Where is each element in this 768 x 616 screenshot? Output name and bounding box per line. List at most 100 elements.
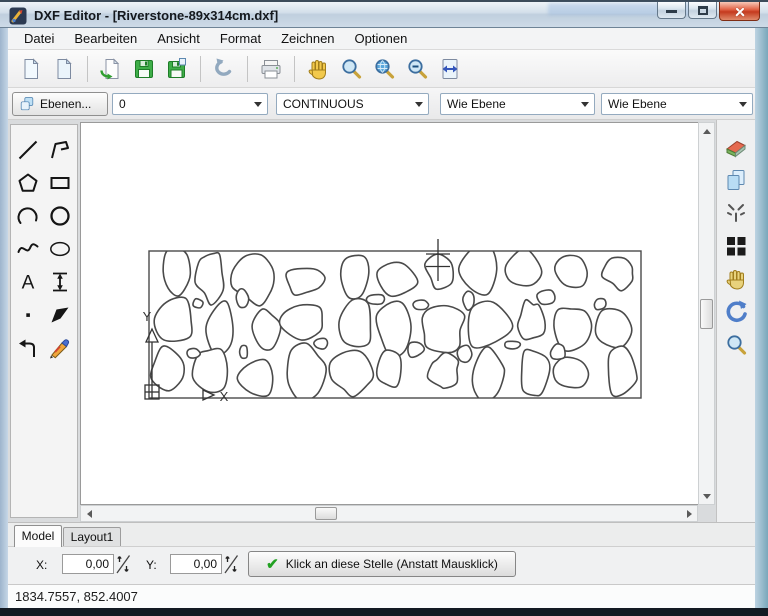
arc-tool[interactable] <box>12 199 44 232</box>
x-input[interactable]: 0,00 <box>62 554 114 574</box>
y-spinner-buttons[interactable] <box>223 553 239 575</box>
toolbar-separator <box>247 56 248 82</box>
color-pencil-tool[interactable] <box>44 331 76 364</box>
close-button[interactable] <box>719 2 760 21</box>
layers-button[interactable]: Ebenen... <box>12 92 108 116</box>
minimize-button[interactable] <box>657 2 686 19</box>
tool-palette: A <box>10 124 78 518</box>
arrow-down-icon <box>703 494 711 503</box>
zoom-window-button[interactable] <box>336 54 366 84</box>
x-label: X: <box>36 558 47 572</box>
minimize-icon <box>666 10 677 13</box>
zoom-extents-button[interactable] <box>369 54 399 84</box>
leader-tool[interactable] <box>12 331 44 364</box>
vertical-scroll-thumb[interactable] <box>700 299 713 329</box>
vertical-scrollbar[interactable] <box>698 122 715 505</box>
scroll-down-button[interactable] <box>699 489 714 504</box>
leader-icon <box>15 335 41 361</box>
arrow-left-icon <box>83 510 92 518</box>
layer-select[interactable]: 0 <box>112 93 268 115</box>
drawing-canvas[interactable]: Y X <box>80 122 698 505</box>
polygon-tool[interactable] <box>12 166 44 199</box>
tab-model[interactable]: Model <box>14 525 62 547</box>
move-hand-icon <box>724 267 748 291</box>
zoom-tool[interactable] <box>722 332 750 358</box>
menu-zeichnen[interactable]: Zeichnen <box>271 29 344 48</box>
horizontal-scrollbar[interactable] <box>80 505 698 522</box>
text-tool[interactable]: A <box>12 265 44 298</box>
dimension-tool[interactable] <box>44 265 76 298</box>
ellipse-tool[interactable] <box>44 232 76 265</box>
scroll-up-button[interactable] <box>699 123 714 138</box>
layers-icon <box>19 96 35 112</box>
line-icon <box>15 137 41 163</box>
rectangle-icon <box>47 170 73 196</box>
open-file-button[interactable] <box>96 54 126 84</box>
fit-width-button[interactable] <box>435 54 465 84</box>
new-file-copy-button[interactable] <box>49 54 79 84</box>
menu-ansicht[interactable]: Ansicht <box>147 29 210 48</box>
riverstone-drawing: Y X <box>81 123 699 506</box>
layout-tabs: Model Layout1 <box>8 522 755 546</box>
polyline-tool[interactable] <box>44 133 76 166</box>
coordinates-panel: X: 0,00 Y: 0,00 ✔ Klick an diese Stelle … <box>8 546 755 584</box>
new-file-button[interactable] <box>16 54 46 84</box>
x-spinner-buttons[interactable] <box>115 553 131 575</box>
save-icon <box>132 57 156 81</box>
color-select[interactable]: Wie Ebene <box>601 93 753 115</box>
copy-icon <box>723 167 749 193</box>
pan-button[interactable] <box>303 54 333 84</box>
menu-bearbeiten[interactable]: Bearbeiten <box>64 29 147 48</box>
array-icon <box>723 233 749 259</box>
click-here-button[interactable]: ✔ Klick an diese Stelle (Anstatt Mauskli… <box>248 551 516 577</box>
menu-optionen[interactable]: Optionen <box>345 29 418 48</box>
rotate-tool[interactable] <box>722 299 750 325</box>
move-tool[interactable] <box>722 266 750 292</box>
chevron-down-icon <box>415 102 423 111</box>
layers-button-label: Ebenen... <box>40 97 91 111</box>
ucs-x-label: X <box>220 389 229 404</box>
undo-button[interactable] <box>209 54 239 84</box>
save-as-button[interactable] <box>162 54 192 84</box>
menu-datei[interactable]: Datei <box>14 29 64 48</box>
rectangle-tool[interactable] <box>44 166 76 199</box>
maximize-icon <box>698 6 708 15</box>
save-button[interactable] <box>129 54 159 84</box>
menu-format[interactable]: Format <box>210 29 271 48</box>
tab-layout1[interactable]: Layout1 <box>63 527 121 547</box>
linetype-select[interactable]: CONTINUOUS <box>276 93 429 115</box>
horizontal-scroll-thumb[interactable] <box>315 507 337 520</box>
circle-icon <box>47 203 73 229</box>
zoom-out-button[interactable] <box>402 54 432 84</box>
scroll-left-button[interactable] <box>81 506 96 521</box>
fit-width-icon <box>438 57 462 81</box>
trim-tool[interactable] <box>722 200 750 226</box>
eraser-tool[interactable] <box>722 134 750 160</box>
text-icon: A <box>15 269 41 295</box>
toolbar-separator <box>87 56 88 82</box>
close-icon <box>734 6 745 17</box>
y-input[interactable]: 0,00 <box>170 554 222 574</box>
print-button[interactable] <box>256 54 286 84</box>
cursor-coordinates: 1834.7557, 852.4007 <box>15 589 138 604</box>
solid-tool[interactable] <box>44 298 76 331</box>
y-label: Y: <box>146 558 157 572</box>
lineweight-select[interactable]: Wie Ebene <box>440 93 595 115</box>
circle-tool[interactable] <box>44 199 76 232</box>
arrow-up-icon <box>703 125 711 134</box>
array-tool[interactable] <box>722 233 750 259</box>
color-select-value: Wie Ebene <box>608 97 667 111</box>
zoom-out-icon <box>405 57 429 81</box>
arc-icon <box>15 203 41 229</box>
copy-tool[interactable] <box>722 167 750 193</box>
scroll-right-button[interactable] <box>682 506 697 521</box>
chevron-down-icon <box>739 102 747 111</box>
spline-tool[interactable] <box>12 232 44 265</box>
maximize-button[interactable] <box>688 2 717 19</box>
zoom-extents-icon <box>372 57 396 81</box>
riverstone-pattern <box>151 244 638 401</box>
point-tool[interactable] <box>12 298 44 331</box>
layer-select-value: 0 <box>119 97 126 111</box>
line-tool[interactable] <box>12 133 44 166</box>
linetype-select-value: CONTINUOUS <box>283 97 364 111</box>
